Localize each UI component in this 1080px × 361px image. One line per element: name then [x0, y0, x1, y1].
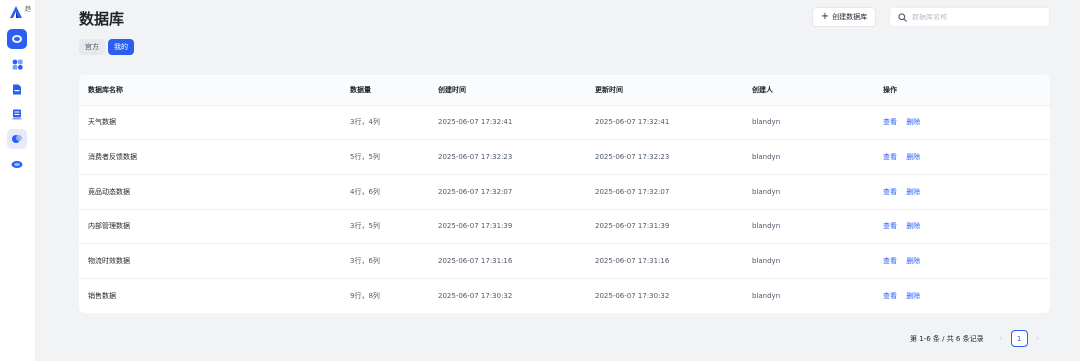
cell-updated: 2025-06-07 17:31:16 — [586, 243, 743, 279]
header-created: 创建时间 — [429, 75, 586, 106]
main-content: 数据库 + 创建数据库 官方 我的 数据库名称 数据量 创建时间 更新时间 — [36, 0, 1080, 361]
sidebar-item-database[interactable] — [7, 29, 27, 49]
prev-page-button[interactable]: ‹ — [994, 334, 1008, 344]
cell-count: 3行，4列 — [341, 105, 429, 141]
delete-link[interactable]: 删除 — [906, 118, 920, 126]
logo-text: 趋 — [25, 6, 32, 13]
cell-updated: 2025-06-07 17:32:41 — [586, 105, 743, 141]
cell-created: 2025-06-07 17:31:16 — [429, 243, 586, 279]
cell-created: 2025-06-07 17:32:23 — [429, 139, 586, 175]
logo-icon — [10, 6, 22, 18]
document-icon — [13, 84, 21, 94]
cell-name: 内部管理数据 — [79, 209, 341, 245]
table-row: 天气数据 3行，4列 2025-06-07 17:32:41 2025-06-0… — [79, 105, 1050, 141]
header-name: 数据库名称 — [79, 75, 341, 106]
cell-actions: 查看 删除 — [874, 209, 1050, 245]
cell-name: 物流时效数据 — [79, 243, 341, 279]
cell-actions: 查看 删除 — [874, 174, 1050, 210]
header-creator: 创建人 — [743, 75, 874, 106]
cell-count: 5行，5列 — [341, 139, 429, 175]
sidebar-item-storage[interactable] — [7, 104, 27, 124]
cell-name: 竞品动态数据 — [79, 174, 341, 210]
view-link[interactable]: 查看 — [883, 153, 897, 161]
create-database-button[interactable]: + 创建数据库 — [812, 7, 876, 27]
cell-updated: 2025-06-07 17:30:32 — [595, 292, 670, 301]
header-updated: 更新时间 — [586, 75, 743, 106]
database-table: 数据库名称 数据量 创建时间 更新时间 创建人 操作 天气数据 3行，4列 20… — [79, 75, 1050, 313]
cell-creator: blandyn — [743, 209, 874, 245]
storage-icon — [12, 109, 22, 119]
cell-name: 天气数据 — [79, 105, 341, 141]
next-page-button[interactable]: › — [1031, 334, 1045, 344]
tab-mine[interactable]: 我的 — [108, 39, 134, 55]
search-input[interactable] — [912, 13, 1042, 21]
sidebar: 趋 — [0, 0, 36, 361]
table-row: 消费者反馈数据 5行，5列 2025-06-07 17:32:23 2025-0… — [79, 139, 1050, 175]
header-actions: 操作 — [874, 75, 1050, 106]
table-row: 内部管理数据 3行，5列 2025-06-07 17:31:39 2025-06… — [79, 209, 1050, 245]
delete-link[interactable]: 删除 — [906, 257, 920, 265]
cell-creator: blandyn — [752, 292, 781, 301]
table-header-row: 数据库名称 数据量 创建时间 更新时间 创建人 操作 — [79, 75, 1050, 106]
cell-count: 3行，6列 — [341, 243, 429, 279]
view-link[interactable]: 查看 — [883, 292, 897, 300]
view-link[interactable]: 查看 — [883, 188, 897, 196]
cell-count: 4行，6列 — [341, 174, 429, 210]
cell-creator: blandyn — [743, 139, 874, 175]
table-row: 销售数据 9行，8列 2025-06-07 17:30:32 2025-06-0… — [79, 278, 1050, 313]
cell-creator: blandyn — [743, 243, 874, 279]
page-title: 数据库 — [79, 10, 125, 28]
cell-updated: 2025-06-07 17:31:39 — [586, 209, 743, 245]
pagination: 第 1-6 条 / 共 6 条记录 ‹ 1 › — [910, 330, 1045, 347]
table-row: 竞品动态数据 4行，6列 2025-06-07 17:32:07 2025-06… — [79, 174, 1050, 210]
header-count: 数据量 — [341, 75, 429, 106]
sidebar-item-docs[interactable] — [7, 79, 27, 99]
delete-link[interactable]: 删除 — [906, 188, 920, 196]
view-link[interactable]: 查看 — [883, 118, 897, 126]
view-link[interactable]: 查看 — [883, 222, 897, 230]
cell-actions: 查看 删除 — [874, 139, 1050, 175]
cell-name: 消费者反馈数据 — [79, 139, 341, 175]
search-box[interactable] — [889, 7, 1050, 27]
sidebar-item-apps[interactable] — [7, 54, 27, 74]
tab-official[interactable]: 官方 — [79, 39, 105, 55]
page-button-1[interactable]: 1 — [1010, 330, 1028, 347]
sidebar-item-chat[interactable] — [7, 154, 27, 174]
create-database-label: 创建数据库 — [832, 13, 868, 21]
filter-tabs: 官方 我的 — [79, 39, 134, 55]
cell-name: 销售数据 — [88, 292, 116, 301]
sidebar-item-analytics[interactable] — [7, 129, 27, 149]
cell-creator: blandyn — [743, 174, 874, 210]
cell-created: 2025-06-07 17:31:39 — [429, 209, 586, 245]
cell-actions: 查看 删除 — [874, 243, 1050, 279]
cell-actions: 查看 删除 — [874, 278, 1050, 313]
cell-count: 3行，5列 — [341, 209, 429, 245]
cell-updated: 2025-06-07 17:32:23 — [586, 139, 743, 175]
cell-created: 2025-06-07 17:32:07 — [429, 174, 586, 210]
cell-created: 2025-06-07 17:30:32 — [438, 292, 513, 301]
pagination-info: 第 1-6 条 / 共 6 条记录 — [910, 334, 984, 343]
cell-count: 9行，8列 — [350, 292, 380, 301]
apps-icon — [12, 59, 23, 70]
delete-link[interactable]: 删除 — [906, 153, 920, 161]
delete-link[interactable]: 删除 — [906, 222, 920, 230]
view-link[interactable]: 查看 — [883, 257, 897, 265]
cell-updated: 2025-06-07 17:32:07 — [586, 174, 743, 210]
cell-created: 2025-06-07 17:32:41 — [429, 105, 586, 141]
analytics-icon — [12, 135, 22, 143]
cell-creator: blandyn — [743, 105, 874, 141]
search-icon — [898, 12, 907, 22]
delete-link[interactable]: 删除 — [906, 292, 920, 300]
chat-icon — [11, 160, 23, 168]
table-row: 物流时效数据 3行，6列 2025-06-07 17:31:16 2025-06… — [79, 243, 1050, 279]
plus-icon: + — [820, 11, 830, 22]
cell-actions: 查看 删除 — [874, 105, 1050, 141]
database-icon — [12, 35, 22, 43]
